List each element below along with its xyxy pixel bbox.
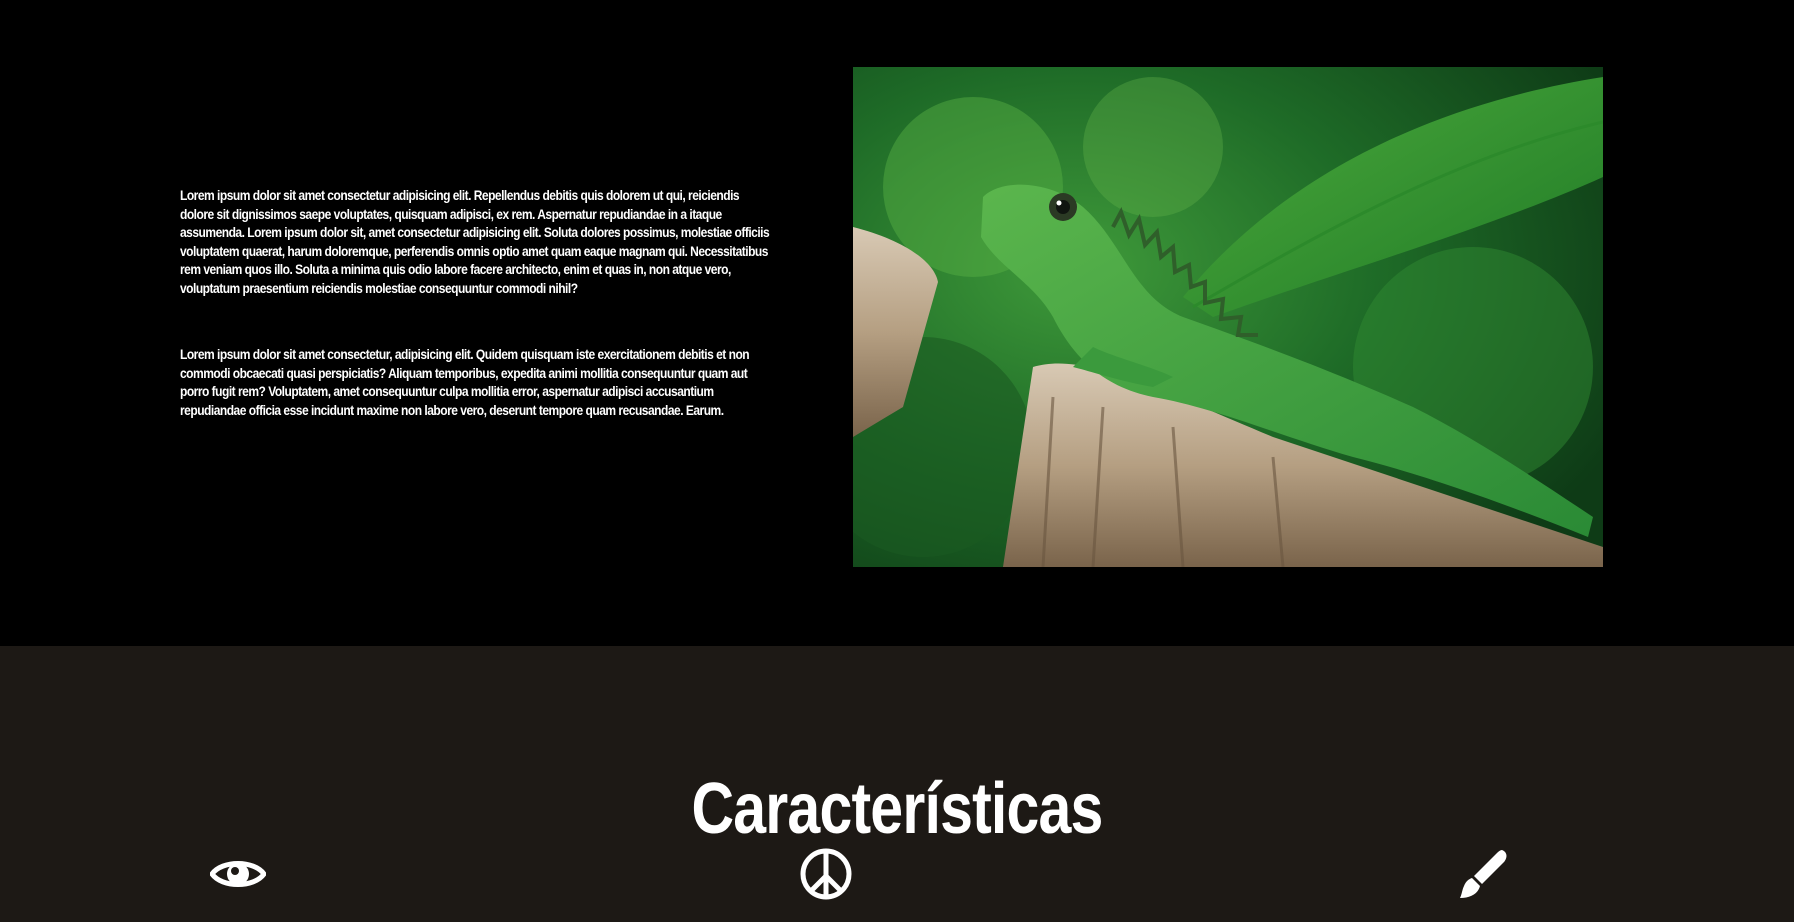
eye-icon — [210, 846, 266, 902]
features-section: Características — [0, 646, 1794, 922]
intro-paragraph-1: Lorem ipsum dolor sit amet consectetur a… — [180, 187, 770, 296]
paintbrush-icon — [1454, 846, 1510, 902]
peace-icon — [798, 846, 854, 902]
iguana-photo — [853, 67, 1603, 567]
intro-section: Lorem ipsum dolor sit amet consectetur a… — [0, 0, 1794, 646]
intro-text: Lorem ipsum dolor sit amet consectetur a… — [180, 186, 776, 419]
features-title: Características — [691, 768, 1103, 849]
intro-paragraph-2: Lorem ipsum dolor sit amet consectetur, … — [180, 346, 750, 418]
